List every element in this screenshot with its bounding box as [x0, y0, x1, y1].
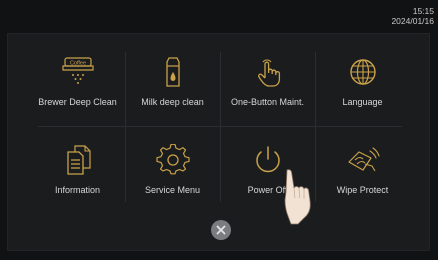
grid-divider — [38, 126, 402, 127]
menu-item-label: One-Button Maint. — [230, 97, 305, 107]
gear-icon — [155, 144, 190, 175]
menu-item-label: Information — [54, 185, 101, 195]
one-button-maint-button[interactable]: One-Button Maint. — [220, 44, 315, 126]
close-button[interactable] — [211, 220, 231, 240]
wipe-hand-icon — [347, 147, 380, 172]
menu-item-label: Brewer Deep Clean — [38, 97, 117, 107]
documents-icon — [66, 145, 91, 175]
milk-deep-clean-button[interactable]: Milk deep clean — [125, 44, 220, 126]
globe-icon — [349, 59, 376, 85]
coffee-brewer-icon: Coffee — [61, 57, 94, 84]
milk-carton-icon — [165, 57, 180, 87]
menu-item-label: Wipe Protect — [336, 185, 389, 195]
power-icon — [255, 146, 280, 173]
time-text: 15:15 — [412, 6, 434, 16]
date-text: 2024/01/16 — [391, 16, 434, 26]
touch-hand-icon — [257, 59, 280, 87]
pointing-hand-icon — [284, 169, 311, 225]
service-menu-button[interactable]: Service Menu — [125, 132, 220, 214]
close-icon — [216, 225, 226, 235]
brewer-deep-clean-button[interactable]: Coffee Brewer Deep Clean — [30, 44, 125, 126]
menu-item-label: Language — [342, 97, 383, 107]
datetime-display: 15:15 2024/01/16 — [391, 6, 434, 26]
information-button[interactable]: Information — [30, 132, 125, 214]
menu-item-label: Milk deep clean — [141, 97, 204, 107]
wipe-protect-button[interactable]: Wipe Protect — [315, 132, 410, 214]
menu-item-label: Service Menu — [144, 185, 201, 195]
language-button[interactable]: Language — [315, 44, 410, 126]
maintenance-menu-grid: Coffee Brewer Deep Clean Milk deep clean… — [30, 44, 410, 208]
